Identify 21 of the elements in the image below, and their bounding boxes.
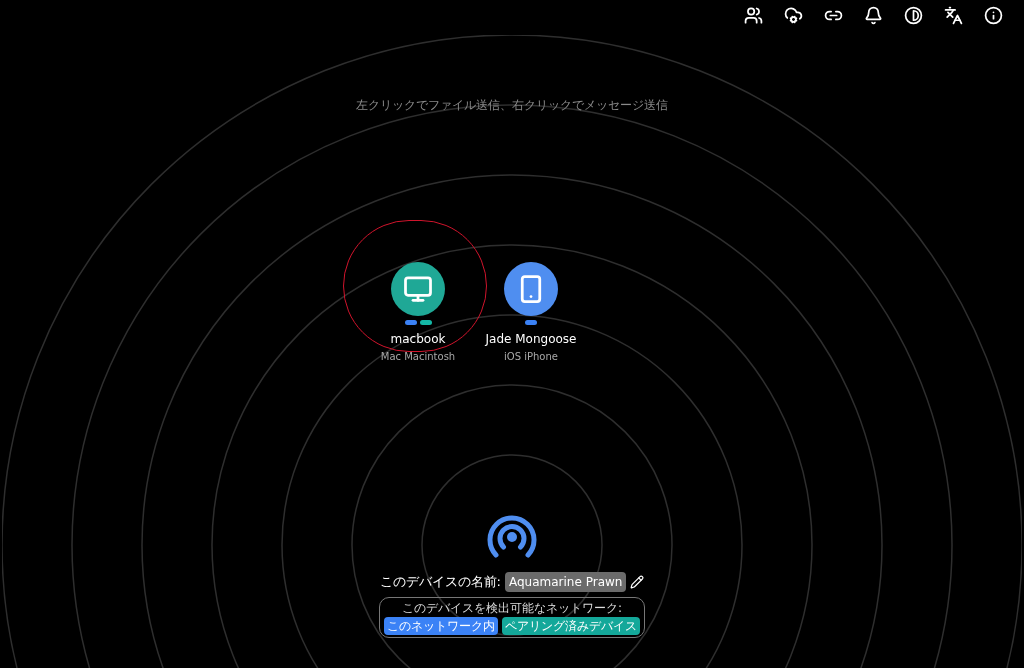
device-avatar[interactable]	[391, 262, 445, 316]
device-name-label: このデバイスの名前:	[379, 573, 501, 592]
users-button[interactable]	[743, 5, 764, 26]
language-button[interactable]	[943, 5, 964, 26]
device-name: macbook	[390, 331, 446, 348]
contrast-button[interactable]	[903, 5, 924, 26]
bell-button[interactable]	[863, 5, 884, 26]
device-avatar[interactable]	[504, 262, 558, 316]
device-name: Jade Mongoose	[485, 331, 577, 348]
network-tag[interactable]: このネットワーク内	[384, 617, 498, 635]
edit-button[interactable]	[630, 575, 645, 589]
device-type: Mac Macintosh	[380, 350, 456, 364]
cloud-gear-button[interactable]	[783, 5, 804, 26]
network-label: このデバイスを検出可能なネットワーク:	[401, 600, 622, 617]
device-item[interactable]: Jade Mongoose iOS iPhone	[478, 262, 584, 364]
info-button[interactable]	[983, 5, 1004, 26]
hint-text: 左クリックでファイル送信、右クリックでメッセージ送信	[356, 97, 668, 114]
network-tag[interactable]: ペアリング済みデバイス	[502, 617, 640, 635]
monitor-icon	[403, 274, 433, 304]
device-type: iOS iPhone	[504, 350, 558, 364]
device-name-value[interactable]: Aquamarine Prawn	[505, 572, 627, 592]
